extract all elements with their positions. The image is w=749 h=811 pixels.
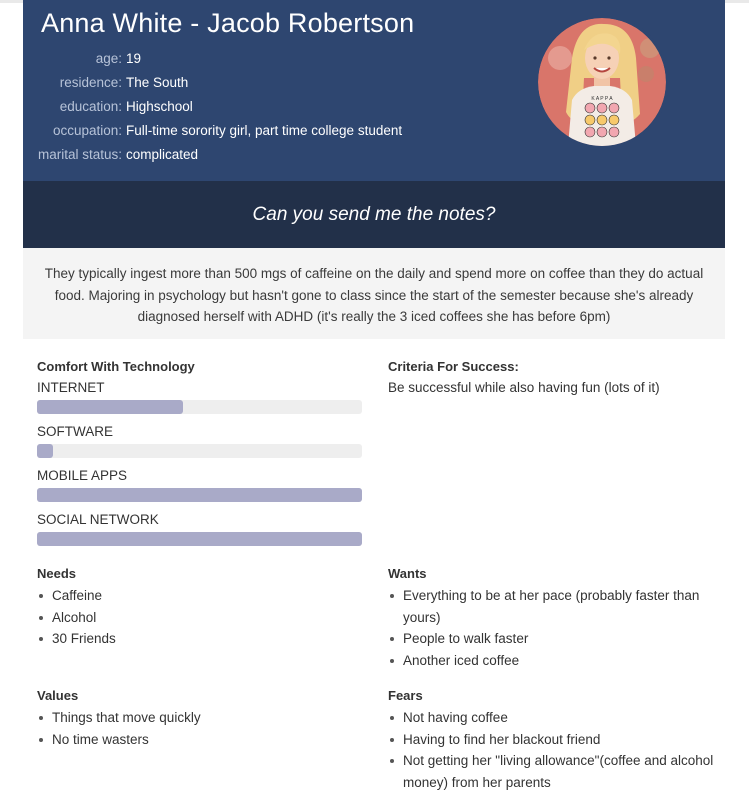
- wants-section: Wants Everything to be at her pace (prob…: [388, 565, 718, 671]
- fact-value: Full-time sorority girl, part time colle…: [126, 122, 403, 138]
- skill-label-software: SOFTWARE: [37, 424, 113, 439]
- fears-section: Fears Not having coffee Having to find h…: [388, 687, 718, 793]
- fact-age: age: 19: [23, 46, 523, 70]
- list-item: Caffeine: [37, 585, 367, 607]
- needs-title: Needs: [37, 566, 77, 581]
- values-list: Things that move quickly No time wasters: [37, 707, 367, 750]
- skill-fill: [37, 444, 54, 458]
- fact-marital-status: marital status: complicated: [23, 142, 523, 166]
- persona-header: Anna White - Jacob Robertson age: 19 res…: [23, 0, 725, 181]
- skill-bar-internet: [37, 400, 362, 414]
- list-item: No time wasters: [37, 729, 367, 751]
- avatar-portrait: K A P P A: [538, 18, 666, 146]
- criteria-title: Criteria For Success:: [388, 359, 519, 374]
- criteria-section: Criteria For Success: Be successful whil…: [388, 358, 718, 398]
- wants-list: Everything to be at her pace (probably f…: [388, 585, 718, 671]
- fact-value: 19: [126, 50, 142, 66]
- criteria-text: Be successful while also having fun (lot…: [388, 380, 660, 395]
- avatar: K A P P A: [535, 15, 669, 149]
- list-item: Having to find her blackout friend: [388, 729, 718, 751]
- list-item: Not having coffee: [388, 707, 718, 729]
- skill-fill: [37, 532, 362, 546]
- fact-value: The South: [126, 74, 189, 90]
- skill-label-social-network: SOCIAL NETWORK: [37, 512, 159, 527]
- fears-list: Not having coffee Having to find her bla…: [388, 707, 718, 793]
- fact-label: education:: [59, 98, 122, 114]
- fears-title: Fears: [388, 688, 423, 703]
- skill-label-internet: INTERNET: [37, 380, 105, 395]
- skill-fill: [37, 488, 362, 502]
- skill-bar-social-network: [37, 532, 362, 546]
- persona-name: Anna White - Jacob Robertson: [41, 8, 415, 38]
- quote-band: Can you send me the notes?: [23, 181, 725, 248]
- tech-title: Comfort With Technology: [37, 359, 195, 374]
- list-item: Alcohol: [37, 607, 367, 629]
- values-title: Values: [37, 688, 79, 703]
- persona-quote: Can you send me the notes?: [252, 203, 496, 225]
- values-section: Values Things that move quickly No time …: [37, 687, 367, 750]
- skill-bar-mobile-apps: [37, 488, 362, 502]
- fact-label: occupation:: [52, 122, 122, 138]
- list-item: People to walk faster: [388, 628, 718, 650]
- persona-bio: They typically ingest more than 500 mgs …: [23, 248, 725, 339]
- fact-residence: residence: The South: [23, 70, 523, 94]
- fact-label: marital status:: [37, 146, 122, 162]
- tech-comfort-section: Comfort With Technology INTERNET SOFTWAR…: [37, 358, 362, 546]
- skill-fill: [37, 400, 184, 414]
- svg-text:K A P P A: K A P P A: [591, 96, 613, 102]
- needs-section: Needs Caffeine Alcohol 30 Friends: [37, 565, 367, 650]
- skill-bar-software: [37, 444, 362, 458]
- fact-value: Highschool: [126, 98, 193, 114]
- skill-label-mobile-apps: MOBILE APPS: [37, 468, 128, 483]
- fact-label: age:: [95, 50, 122, 66]
- persona-facts: age: 19 residence: The South education: …: [23, 46, 523, 166]
- wants-title: Wants: [388, 566, 427, 581]
- list-item: Another iced coffee: [388, 650, 718, 672]
- fact-value: complicated: [126, 146, 199, 162]
- list-item: Things that move quickly: [37, 707, 367, 729]
- fact-label: residence:: [59, 74, 122, 90]
- needs-list: Caffeine Alcohol 30 Friends: [37, 585, 367, 650]
- list-item: Not getting her "living allowance"(coffe…: [388, 750, 718, 793]
- fact-education: education: Highschool: [23, 94, 523, 118]
- fact-occupation: occupation: Full-time sorority girl, par…: [23, 118, 523, 142]
- list-item: 30 Friends: [37, 628, 367, 650]
- list-item: Everything to be at her pace (probably f…: [388, 585, 718, 628]
